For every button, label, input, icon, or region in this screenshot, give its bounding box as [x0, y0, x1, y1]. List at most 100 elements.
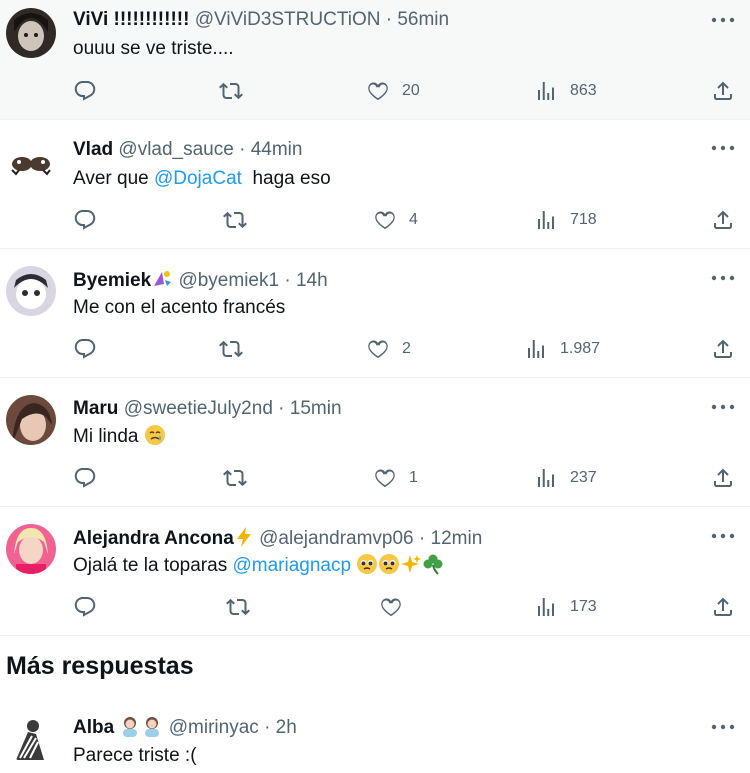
- share-icon: [711, 79, 735, 103]
- display-name[interactable]: Alejandra Ancona: [73, 528, 234, 549]
- tweet-header: Alba @mirinyac · 2h: [73, 715, 297, 744]
- views-button[interactable]: 173: [534, 595, 597, 619]
- share-button[interactable]: [711, 595, 735, 619]
- timestamp[interactable]: 14h: [296, 270, 328, 291]
- text-segment: Ojalá te la toparas: [73, 555, 233, 576]
- handle[interactable]: @alejandramvp06: [259, 528, 414, 549]
- share-button[interactable]: [711, 208, 735, 232]
- retweet-icon: [219, 79, 243, 103]
- like-button[interactable]: 1: [373, 466, 418, 490]
- share-button[interactable]: [711, 337, 735, 361]
- reply-icon: [73, 595, 97, 619]
- heart-icon: [373, 208, 397, 232]
- reply-button[interactable]: [73, 595, 97, 619]
- more-icon[interactable]: [710, 138, 736, 158]
- mention-link[interactable]: @mariagnacp: [232, 555, 351, 576]
- reply-tweet[interactable]: Alejandra Ancona @alejandramvp06 · 12min…: [0, 507, 750, 636]
- views-button[interactable]: 718: [534, 208, 597, 232]
- display-name[interactable]: Maru: [73, 398, 118, 419]
- pleading-face-emoji-icon: [378, 553, 400, 583]
- timestamp[interactable]: 12min: [431, 528, 483, 549]
- retweet-icon: [219, 337, 243, 361]
- more-icon[interactable]: [710, 526, 736, 546]
- timestamp[interactable]: 44min: [251, 139, 303, 160]
- retweet-icon: [226, 595, 250, 619]
- retweet-icon: [223, 208, 247, 232]
- mention-link[interactable]: @DojaCat: [154, 168, 242, 189]
- retweet-button[interactable]: [223, 208, 247, 232]
- share-button[interactable]: [711, 466, 735, 490]
- timestamp[interactable]: 15min: [290, 398, 342, 419]
- reply-icon: [73, 337, 97, 361]
- view-count: 173: [570, 598, 597, 615]
- timestamp[interactable]: 2h: [276, 717, 297, 738]
- tweet-header: Vlad @vlad_sauce · 44min: [73, 138, 302, 162]
- avatar[interactable]: [6, 714, 56, 764]
- share-icon: [711, 337, 735, 361]
- tweet-text: Ojalá te la toparas @mariagnacp: [73, 553, 444, 583]
- separator: ·: [418, 528, 426, 549]
- handle[interactable]: @ViViD3STRUCTiON: [195, 9, 381, 30]
- separator: ·: [239, 139, 246, 160]
- text-segment: Aver que: [73, 168, 154, 189]
- views-button[interactable]: 1.987: [524, 337, 600, 361]
- display-name[interactable]: Byemiek: [73, 270, 151, 291]
- reply-tweet[interactable]: Vlad @vlad_sauce · 44min Aver que @DojaC…: [0, 120, 750, 249]
- text-segment: haga eso: [241, 168, 331, 189]
- display-name[interactable]: Vlad: [73, 139, 113, 160]
- retweet-button[interactable]: [226, 595, 250, 619]
- reply-tweet[interactable]: Alba @mirinyac · 2h Parece triste :(: [0, 700, 750, 773]
- more-icon[interactable]: [710, 717, 736, 737]
- separator: ·: [264, 717, 271, 738]
- retweet-button[interactable]: [219, 337, 243, 361]
- lightning-emoji-icon: [234, 526, 254, 555]
- like-button[interactable]: 4: [373, 208, 418, 232]
- like-button[interactable]: 2: [366, 337, 411, 361]
- text-segment: Mi linda: [73, 426, 139, 447]
- retweet-button[interactable]: [223, 466, 247, 490]
- share-icon: [711, 208, 735, 232]
- avatar[interactable]: [6, 134, 56, 184]
- crying-face-emoji-icon: [144, 424, 166, 454]
- share-button[interactable]: [711, 79, 735, 103]
- reply-button[interactable]: [73, 337, 97, 361]
- separator: ·: [385, 9, 393, 30]
- handle[interactable]: @mirinyac: [169, 717, 259, 738]
- share-icon: [711, 595, 735, 619]
- avatar[interactable]: [6, 266, 56, 316]
- heart-icon: [379, 595, 403, 619]
- view-count: 718: [570, 211, 597, 228]
- reply-button[interactable]: [73, 208, 97, 232]
- display-name[interactable]: ViVi !!!!!!!!!!!!: [73, 9, 189, 30]
- handle[interactable]: @byemiek1: [178, 270, 279, 291]
- views-button[interactable]: 237: [534, 466, 597, 490]
- handle[interactable]: @vlad_sauce: [118, 139, 233, 160]
- reply-tweet[interactable]: Maru @sweetieJuly2nd · 15min Mi linda 1 …: [0, 378, 750, 507]
- tweet-header: Maru @sweetieJuly2nd · 15min: [73, 397, 342, 421]
- tweet-text: Me con el acento francés: [73, 297, 286, 318]
- retweet-button[interactable]: [219, 79, 243, 103]
- more-icon[interactable]: [710, 10, 736, 30]
- like-count: 4: [409, 211, 418, 228]
- display-name[interactable]: Alba: [73, 717, 114, 738]
- reply-tweet[interactable]: Byemiek @byemiek1 · 14h Me con el acento…: [0, 249, 750, 378]
- reply-button[interactable]: [73, 79, 97, 103]
- reply-tweet[interactable]: ViVi !!!!!!!!!!!! @ViViD3STRUCTiON · 56m…: [0, 0, 750, 120]
- views-button[interactable]: 863: [534, 79, 597, 103]
- handle[interactable]: @sweetieJuly2nd: [124, 398, 273, 419]
- avatar[interactable]: [6, 395, 56, 445]
- more-replies-heading: Más respuestas: [6, 652, 194, 680]
- avatar[interactable]: [6, 8, 56, 58]
- views-icon: [524, 337, 548, 361]
- like-button[interactable]: [379, 595, 403, 619]
- reply-button[interactable]: [73, 466, 97, 490]
- like-button[interactable]: 20: [366, 79, 420, 103]
- views-icon: [534, 595, 558, 619]
- view-count: 237: [570, 469, 597, 486]
- avatar[interactable]: [6, 524, 56, 574]
- more-icon[interactable]: [710, 268, 736, 288]
- more-icon[interactable]: [710, 397, 736, 417]
- heart-icon: [366, 337, 390, 361]
- like-count: 2: [402, 340, 411, 357]
- timestamp[interactable]: 56min: [397, 9, 449, 30]
